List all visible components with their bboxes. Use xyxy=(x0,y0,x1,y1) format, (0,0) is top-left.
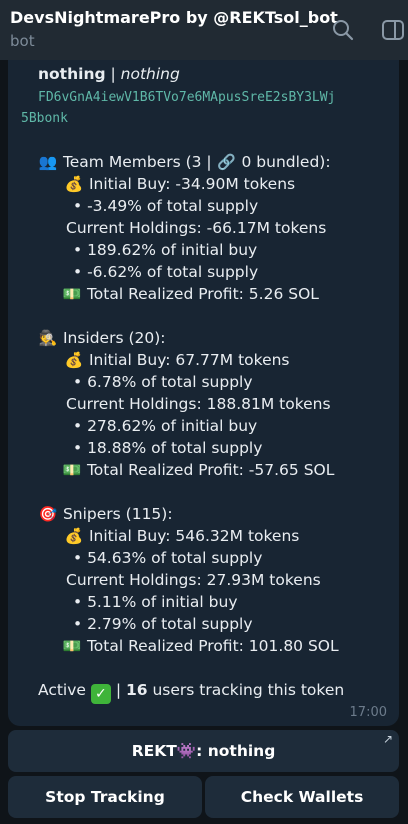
snipers-initial-pct: • 54.63% of total supply xyxy=(73,549,263,567)
team-initial-pct: • -3.49% of total supply xyxy=(73,197,259,215)
insiders-holdings-pct-buy: • 278.62% of initial buy xyxy=(73,417,258,435)
rekt-link-button[interactable]: REKT👾: nothing ↗ xyxy=(8,730,399,772)
detective-icon: 🕵 xyxy=(38,329,58,347)
chat-title[interactable]: DevsNightmarePro by @REKTsol_bot xyxy=(10,8,338,27)
money-bag-icon: 💰 xyxy=(64,351,84,369)
insiders-holdings: Current Holdings: 188.81M tokens xyxy=(66,395,331,413)
bundled-label: 0 bundled): xyxy=(236,153,331,171)
snipers-holdings-pct-buy: • 5.11% of initial buy xyxy=(73,593,238,611)
money-icon: 💵 xyxy=(62,461,82,479)
status-label: Active xyxy=(38,681,86,699)
snipers-holdings-pct-supply: • 2.79% of total supply xyxy=(73,615,253,633)
team-icon: 👥 xyxy=(38,153,58,171)
snipers-initial-buy-text: Initial Buy: 546.32M tokens xyxy=(88,527,300,545)
team-members-header: 👥 Team Members (3 | 🔗 0 bundled): xyxy=(38,151,331,173)
check-wallets-button[interactable]: Check Wallets xyxy=(205,776,399,818)
search-icon[interactable] xyxy=(330,17,356,43)
money-bag-icon: 💰 xyxy=(64,527,84,545)
team-initial-buy-text: Initial Buy: -34.90M tokens xyxy=(88,175,296,193)
team-holdings-pct-buy: • 189.62% of initial buy xyxy=(73,241,258,259)
contract-address-continued[interactable]: 5Bbonk xyxy=(21,108,68,130)
snipers-holdings: Current Holdings: 27.93M tokens xyxy=(66,571,321,589)
token-name-line: nothing | nothing xyxy=(38,63,180,85)
team-members-label: Team Members (3 | xyxy=(62,153,217,171)
snipers-header: 🎯 Snipers (115): xyxy=(38,503,173,525)
money-icon: 💵 xyxy=(62,285,82,303)
alien-icon: 👾 xyxy=(176,742,197,760)
status-line: Active ✓ | 16 users tracking this token xyxy=(38,679,344,704)
snipers-profit: 💵 Total Realized Profit: 101.80 SOL xyxy=(62,635,339,657)
money-bag-icon: 💰 xyxy=(64,175,84,193)
side-panel-icon[interactable] xyxy=(380,17,406,43)
team-holdings: Current Holdings: -66.17M tokens xyxy=(66,219,327,237)
insiders-initial-buy-text: Initial Buy: 67.77M tokens xyxy=(88,351,290,369)
money-icon: 💵 xyxy=(62,637,82,655)
snipers-initial-buy: 💰 Initial Buy: 546.32M tokens xyxy=(64,525,300,547)
external-link-icon: ↗ xyxy=(382,732,393,746)
token-symbol: nothing xyxy=(120,65,180,83)
tracking-count: 16 xyxy=(125,681,148,699)
insiders-header: 🕵 Insiders (20): xyxy=(38,327,166,349)
status-separator: | xyxy=(110,681,126,699)
tracking-text: users tracking this token xyxy=(147,681,345,699)
team-profit-text: Total Realized Profit: 5.26 SOL xyxy=(86,285,319,303)
chat-header: DevsNightmarePro by @REKTsol_bot bot xyxy=(0,0,408,60)
team-profit: 💵 Total Realized Profit: 5.26 SOL xyxy=(62,283,319,305)
target-icon: 🎯 xyxy=(38,505,58,523)
insiders-initial-pct: • 6.78% of total supply xyxy=(73,373,253,391)
insiders-holdings-pct-supply: • 18.88% of total supply xyxy=(73,439,263,457)
snipers-profit-text: Total Realized Profit: 101.80 SOL xyxy=(86,637,339,655)
rekt-token-label: : nothing xyxy=(196,742,276,760)
insiders-profit-text: Total Realized Profit: -57.65 SOL xyxy=(86,461,335,479)
link-icon: 🔗 xyxy=(217,153,236,171)
message-bubble: nothing | nothing FD6vGnA4iewV1B6TVo7e6M… xyxy=(8,60,399,726)
stop-tracking-button[interactable]: Stop Tracking xyxy=(8,776,202,818)
name-separator: | xyxy=(105,65,121,83)
insiders-initial-buy: 💰 Initial Buy: 67.77M tokens xyxy=(64,349,290,371)
team-initial-buy: 💰 Initial Buy: -34.90M tokens xyxy=(64,173,295,195)
contract-address[interactable]: FD6vGnA4iewV1B6TVo7e6MApusSreE2sBY3LWj xyxy=(38,87,335,109)
token-name: nothing xyxy=(38,65,106,83)
chat-subtitle: bot xyxy=(10,32,35,50)
snipers-label: Snipers (115): xyxy=(62,505,173,523)
check-icon: ✓ xyxy=(90,684,111,704)
rekt-label: REKT xyxy=(131,742,177,760)
insiders-profit: 💵 Total Realized Profit: -57.65 SOL xyxy=(62,459,335,481)
insiders-label: Insiders (20): xyxy=(62,329,166,347)
message-timestamp: 17:00 xyxy=(349,705,387,720)
team-holdings-pct-supply: • -6.62% of total supply xyxy=(73,263,259,281)
